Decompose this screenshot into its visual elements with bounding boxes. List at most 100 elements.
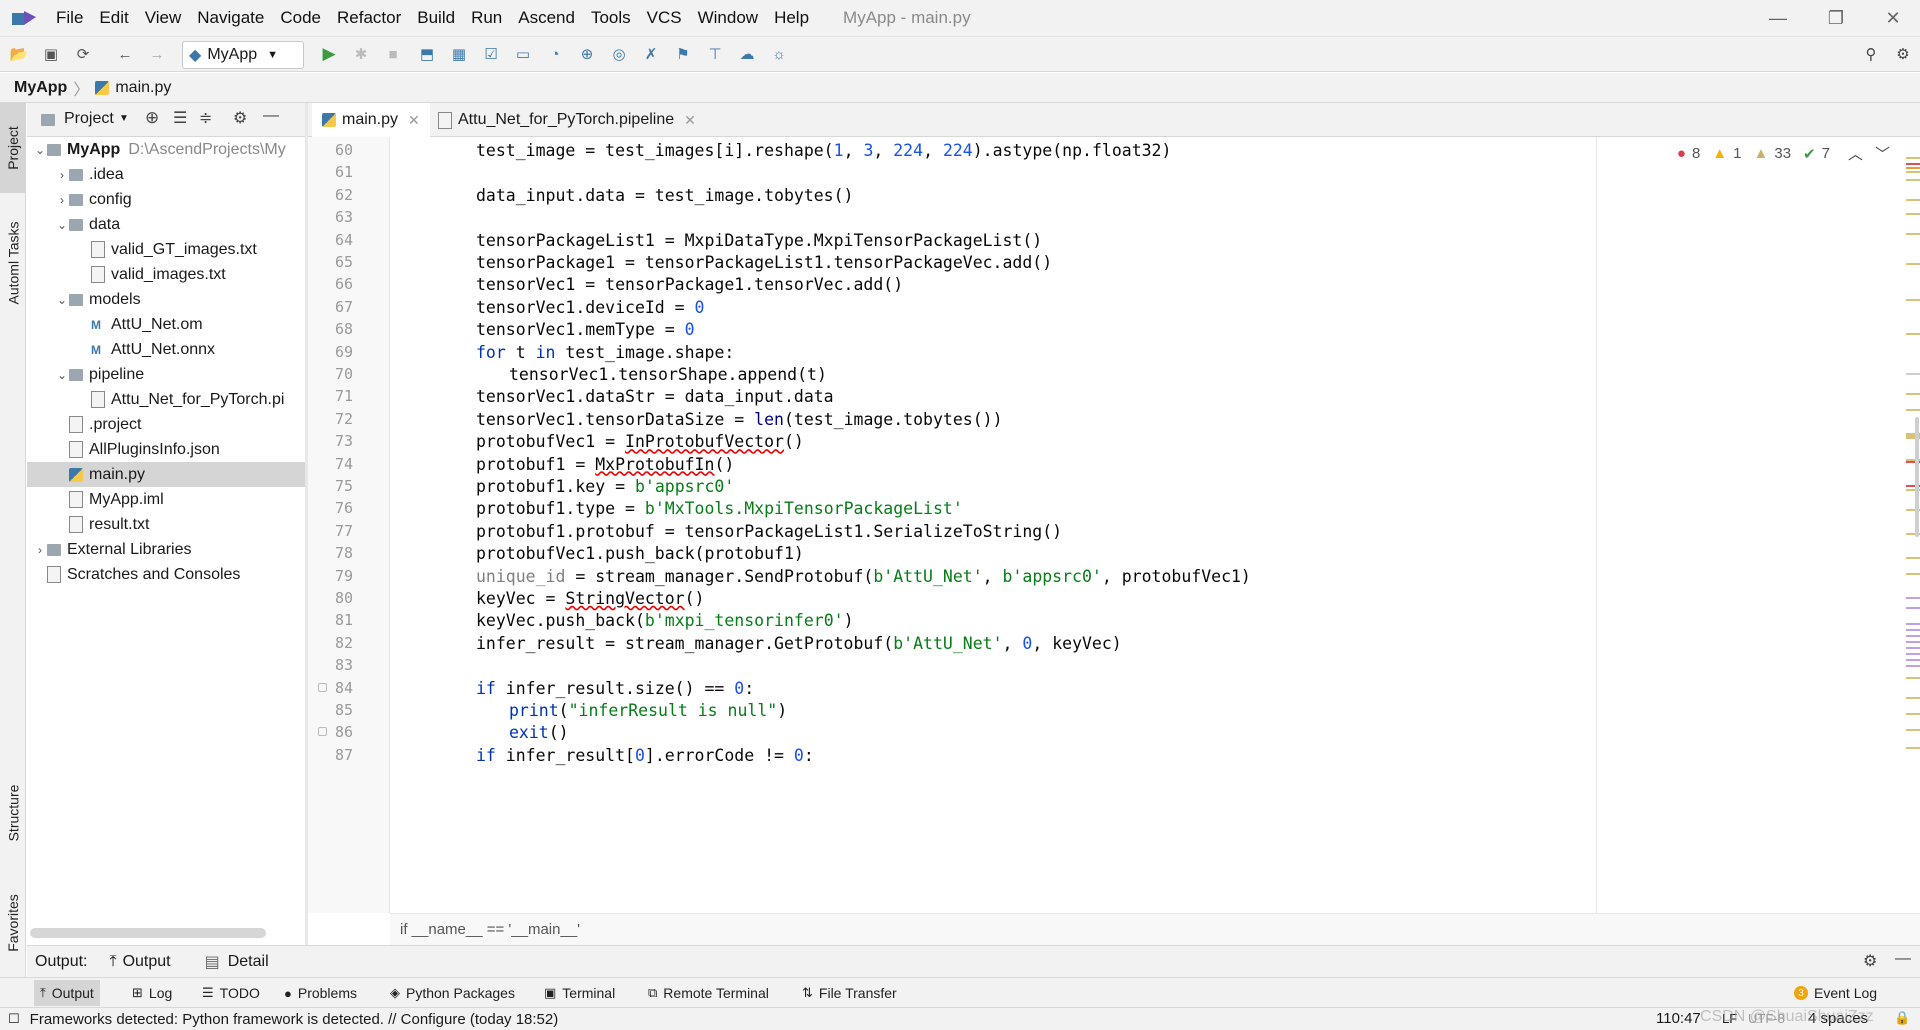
tree-item[interactable]: Scratches and Consoles xyxy=(27,562,305,587)
tree-item[interactable]: M AttU_Net.om xyxy=(27,312,305,337)
code-line[interactable]: unique_id = stream_manager.SendProtobuf(… xyxy=(476,567,1251,586)
expand-all-icon[interactable]: ☰ xyxy=(173,108,187,128)
tree-item[interactable]: AllPluginsInfo.json xyxy=(27,437,305,462)
menu-code[interactable]: Code xyxy=(272,8,329,28)
code-line[interactable]: protobuf1.protobuf = tensorPackageList1.… xyxy=(476,522,1062,541)
run-button[interactable]: ▶ xyxy=(316,41,342,67)
error-stripe-mark[interactable] xyxy=(1906,677,1920,679)
error-stripe-mark[interactable] xyxy=(1906,713,1920,715)
bottom-tab-python-packages[interactable]: ◈ Python Packages xyxy=(384,980,521,1006)
error-stripe-mark[interactable] xyxy=(1906,373,1920,375)
hide-panel-icon[interactable]: — xyxy=(263,107,279,125)
code-line[interactable]: protobuf1 = MxProtobufIn() xyxy=(476,455,734,474)
tab-pipeline[interactable]: Attu_Net_for_PyTorch.pipeline ✕ xyxy=(428,103,706,137)
error-stripe-mark[interactable] xyxy=(1906,641,1920,643)
error-stripe-mark[interactable] xyxy=(1906,213,1920,215)
error-stripe-mark[interactable] xyxy=(1906,635,1920,637)
error-stripe-mark[interactable] xyxy=(1906,653,1920,655)
project-tree-scrollbar[interactable] xyxy=(30,928,266,938)
close-tab-icon[interactable]: ✕ xyxy=(684,112,696,129)
code-line[interactable]: for t in test_image.shape: xyxy=(476,343,734,362)
tree-item[interactable]: ⌄ data xyxy=(27,212,305,237)
ascend-tool-2[interactable]: ▦ xyxy=(446,41,472,67)
code-editor[interactable]: test_image = test_images[i].reshape(1, 3… xyxy=(390,137,1596,913)
error-stripe-mark[interactable] xyxy=(1906,665,1920,667)
bottom-tab-file-transfer[interactable]: ⇅ File Transfer xyxy=(796,980,903,1006)
settings-button[interactable]: ⚙ xyxy=(1890,41,1916,67)
chevron-right-icon[interactable]: › xyxy=(33,543,47,557)
ascend-tool-4[interactable]: ▭ xyxy=(510,41,536,67)
menu-build[interactable]: Build xyxy=(409,8,463,28)
error-stripe-mark[interactable] xyxy=(1906,163,1920,165)
close-tab-icon[interactable]: ✕ xyxy=(408,112,420,129)
code-line[interactable]: tensorVec1.memType = 0 xyxy=(476,320,695,339)
status-message[interactable]: Frameworks detected: Python framework is… xyxy=(30,1011,559,1028)
error-stripe-mark[interactable] xyxy=(1906,167,1920,169)
search-everywhere-button[interactable]: ⚲ xyxy=(1858,41,1884,67)
tree-item[interactable]: .project xyxy=(27,412,305,437)
code-line[interactable]: tensorVec1.deviceId = 0 xyxy=(476,298,704,317)
tree-item[interactable]: result.txt xyxy=(27,512,305,537)
ascend-tool-1[interactable]: ⬒ xyxy=(414,41,440,67)
lock-icon[interactable]: 🔒 xyxy=(1894,1010,1910,1026)
tree-item[interactable]: › config xyxy=(27,187,305,212)
menu-view[interactable]: View xyxy=(137,8,190,28)
tree-item[interactable]: M AttU_Net.onnx xyxy=(27,337,305,362)
breadcrumb-project[interactable]: MyApp xyxy=(14,79,67,97)
back-button[interactable]: ← xyxy=(112,41,138,67)
error-stripe-mark[interactable] xyxy=(1906,647,1920,649)
code-line[interactable]: test_image = test_images[i].reshape(1, 3… xyxy=(476,141,1171,160)
tab-main-py[interactable]: main.py ✕ xyxy=(312,103,430,140)
bottom-tab-log[interactable]: ⊞ Log xyxy=(126,980,178,1006)
error-stripe-mark[interactable] xyxy=(1906,393,1920,395)
chevron-right-icon[interactable]: › xyxy=(55,193,69,207)
code-line[interactable]: infer_result = stream_manager.GetProtobu… xyxy=(476,634,1122,653)
chevron-down-icon[interactable]: ⌄ xyxy=(55,368,69,382)
error-stripe-mark[interactable] xyxy=(1906,557,1920,559)
menu-refactor[interactable]: Refactor xyxy=(329,8,409,28)
inspection-widget[interactable]: ● 8 ▲ 1 ▲ 33 ✔ 7 ︿ ﹀ xyxy=(1677,143,1890,164)
bottom-tab-remote-terminal[interactable]: ⧉ Remote Terminal xyxy=(642,980,775,1006)
error-stripe-mark[interactable] xyxy=(1906,607,1920,609)
menu-navigate[interactable]: Navigate xyxy=(189,8,272,28)
tool-tab-automl[interactable]: Automl Tasks xyxy=(0,203,26,323)
hide-output-icon[interactable]: — xyxy=(1895,950,1911,968)
error-stripe-mark[interactable] xyxy=(1906,179,1920,181)
error-stripe-mark[interactable] xyxy=(1906,171,1920,173)
code-line[interactable]: tensorPackageList1 = MxpiDataType.MxpiTe… xyxy=(476,231,1042,250)
error-stripe-mark[interactable] xyxy=(1906,299,1920,301)
menu-ascend[interactable]: Ascend xyxy=(510,8,583,28)
error-stripe-mark[interactable] xyxy=(1906,729,1920,731)
error-stripe-mark[interactable] xyxy=(1906,629,1920,631)
code-line[interactable]: print("inferResult is null") xyxy=(509,701,787,720)
ascend-tool-12[interactable]: ☼ xyxy=(766,41,792,67)
stop-button[interactable]: ■ xyxy=(380,41,406,67)
run-configuration-select[interactable]: ◆ MyApp ▼ xyxy=(182,41,304,69)
code-line[interactable]: protobuf1.key = b'appsrc0' xyxy=(476,477,734,496)
event-log-button[interactable]: 3 Event Log xyxy=(1788,980,1883,1006)
panel-gear-icon[interactable]: ⚙ xyxy=(233,108,247,128)
code-line[interactable]: if infer_result[0].errorCode != 0: xyxy=(476,746,814,765)
detail-tab[interactable]: ▤ Detail xyxy=(205,952,269,972)
code-line[interactable]: tensorPackage1 = tensorPackageList1.tens… xyxy=(476,253,1052,272)
output-gear-icon[interactable]: ⚙ xyxy=(1863,951,1877,971)
error-stripe-mark[interactable] xyxy=(1906,573,1920,575)
error-stripe-mark[interactable] xyxy=(1906,199,1920,201)
tree-item[interactable]: ⌄ pipeline xyxy=(27,362,305,387)
code-line[interactable]: tensorVec1.dataStr = data_input.data xyxy=(476,387,834,406)
chevron-down-icon[interactable]: ⌄ xyxy=(55,293,69,307)
tree-item[interactable]: Attu_Net_for_PyTorch.pi xyxy=(27,387,305,412)
tree-item[interactable]: MyApp.iml xyxy=(27,487,305,512)
close-window-button[interactable]: ✕ xyxy=(1870,0,1916,36)
tree-item[interactable]: ⌄ MyApp D:\AscendProjects\My xyxy=(27,137,305,162)
menu-help[interactable]: Help xyxy=(766,8,817,28)
error-stripe-mark[interactable] xyxy=(1906,697,1920,699)
code-line[interactable]: tensorVec1.tensorShape.append(t) xyxy=(509,365,827,384)
code-line[interactable]: exit() xyxy=(509,723,569,742)
error-stripe-mark[interactable] xyxy=(1906,157,1920,159)
status-toggle-icon[interactable]: ☐ xyxy=(8,1011,20,1027)
tree-item[interactable]: valid_images.txt xyxy=(27,262,305,287)
menu-edit[interactable]: Edit xyxy=(91,8,136,28)
menu-window[interactable]: Window xyxy=(690,8,766,28)
code-line[interactable]: data_input.data = test_image.tobytes() xyxy=(476,186,854,205)
